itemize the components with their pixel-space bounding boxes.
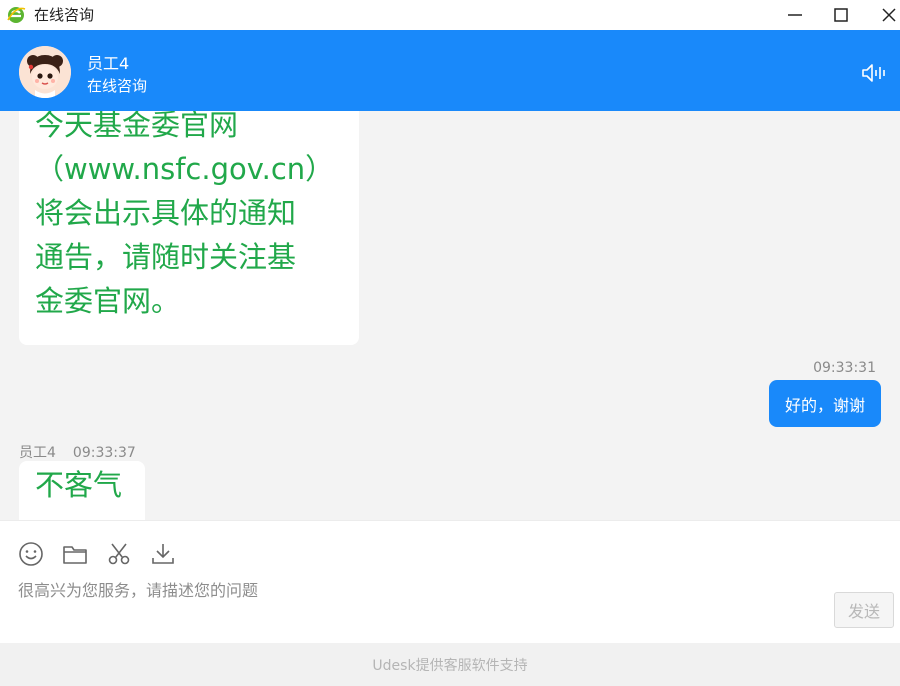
- message-composer: 发送: [0, 520, 900, 643]
- user-message-bubble: 好的，谢谢: [768, 380, 881, 427]
- maximize-icon: [834, 8, 848, 22]
- close-button[interactable]: [866, 0, 900, 30]
- download-button[interactable]: [150, 541, 176, 567]
- agent-message-bubble: 不客气: [19, 461, 145, 520]
- send-button[interactable]: 发送: [834, 592, 894, 628]
- chat-header: 员工4 在线咨询: [0, 30, 900, 111]
- emoji-icon: [19, 542, 43, 566]
- agent-message-meta: 员工4 09:33:37: [19, 442, 136, 462]
- maximize-button[interactable]: [818, 0, 864, 30]
- message-line: 将会出示具体的通知: [35, 196, 297, 230]
- screenshot-button[interactable]: [106, 541, 132, 567]
- message-list[interactable]: 今天基金委官网 （www.nsfc.gov.cn） 将会出示具体的通知 通告，请…: [0, 111, 900, 520]
- message-line: 今天基金委官网: [35, 111, 239, 142]
- file-upload-button[interactable]: [62, 541, 88, 567]
- folder-icon: [63, 546, 87, 564]
- powered-by-footer: Udesk提供客服软件支持: [0, 643, 900, 686]
- agent-avatar: [19, 46, 71, 98]
- window-titlebar: 在线咨询: [0, 0, 900, 30]
- close-icon: [882, 8, 896, 22]
- scissors-icon: [108, 543, 130, 565]
- sound-toggle-button[interactable]: [860, 62, 888, 84]
- download-icon: [152, 544, 174, 564]
- message-timestamp: 09:33:37: [72, 445, 136, 461]
- minimize-icon: [788, 14, 802, 16]
- agent-message-bubble: 今天基金委官网 （www.nsfc.gov.cn） 将会出示具体的通知 通告，请…: [19, 111, 359, 345]
- agent-status: 在线咨询: [87, 77, 148, 95]
- message-line: 通告，请随时关注基: [35, 240, 297, 274]
- message-line: 金委官网。: [35, 284, 181, 318]
- window-title: 在线咨询: [34, 6, 95, 24]
- emoji-button[interactable]: [18, 541, 44, 567]
- minimize-button[interactable]: [772, 0, 818, 30]
- speaker-icon: [862, 64, 885, 82]
- message-timestamp: 09:33:31: [813, 360, 876, 376]
- sender-name: 员工4: [19, 445, 56, 461]
- agent-name: 员工4: [87, 54, 130, 73]
- message-line: （www.nsfc.gov.cn）: [35, 152, 335, 186]
- ie-browser-icon: [6, 5, 26, 25]
- message-input[interactable]: [18, 578, 818, 602]
